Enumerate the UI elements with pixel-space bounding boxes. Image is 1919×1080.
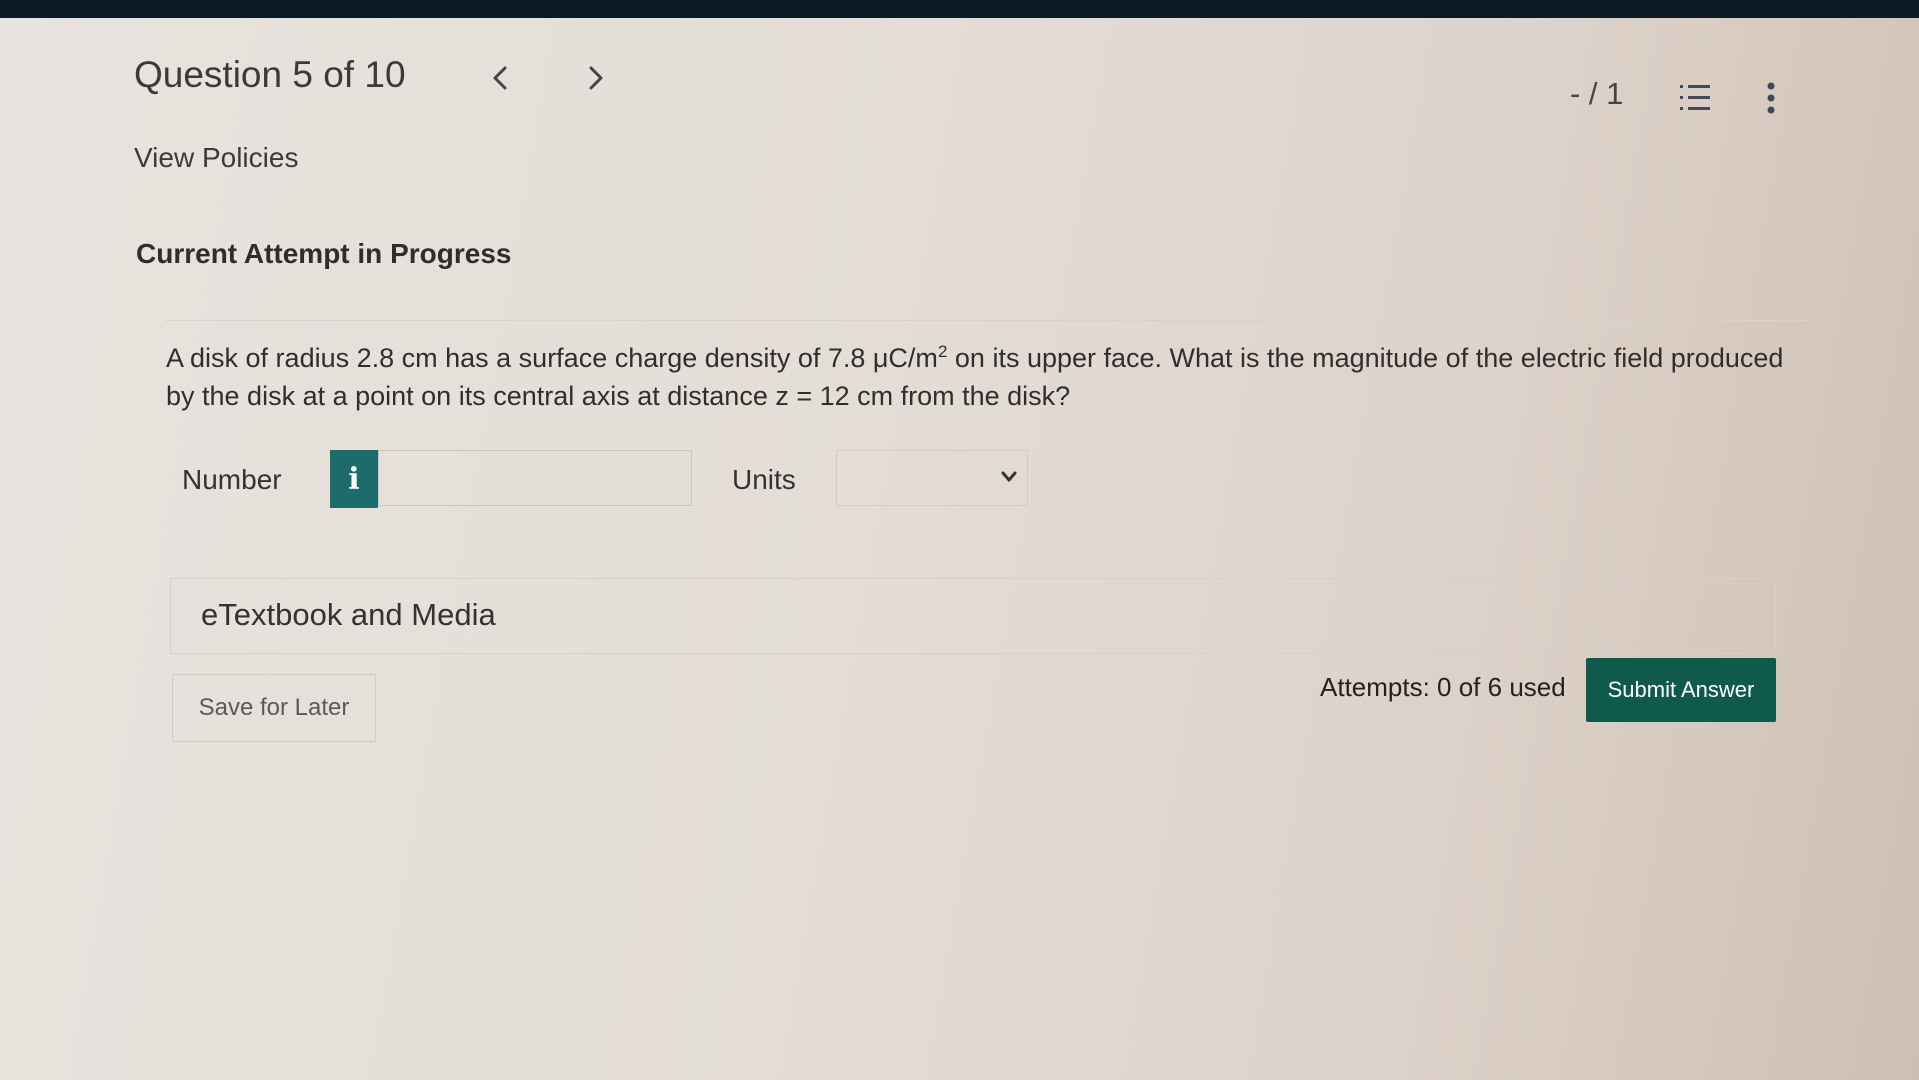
save-for-later-button[interactable]: Save for Later: [172, 674, 376, 742]
submit-answer-button[interactable]: Submit Answer: [1586, 658, 1776, 722]
units-select[interactable]: [836, 450, 1028, 506]
attempt-status-heading: Current Attempt in Progress: [136, 238, 512, 269]
question-counter-title: Question 5 of 10: [134, 54, 406, 95]
more-options-button[interactable]: [1756, 78, 1786, 118]
etextbook-media-label: eTextbook and Media: [201, 597, 496, 632]
number-input[interactable]: [378, 450, 692, 506]
view-policies-link[interactable]: View Policies: [134, 142, 298, 174]
number-label: Number: [182, 464, 282, 495]
chevron-right-icon: [589, 66, 603, 90]
question-list-button[interactable]: [1676, 78, 1716, 118]
vertical-dots-icon: [1767, 82, 1775, 114]
question-exponent: 2: [937, 342, 948, 361]
question-text: A disk of radius 2.8 cm has a surface ch…: [166, 320, 1806, 415]
question-text-part2: on its upper face. What is the magnitude…: [947, 343, 1784, 373]
next-question-button[interactable]: [576, 58, 616, 98]
attempts-counter: Attempts: 0 of 6 used: [1320, 672, 1566, 702]
question-text-part1: A disk of radius 2.8 cm has a surface ch…: [166, 343, 938, 373]
info-icon: i: [348, 461, 360, 497]
etextbook-media-panel[interactable]: eTextbook and Media: [170, 578, 1776, 654]
chevron-left-icon: [493, 66, 507, 90]
units-label: Units: [732, 464, 796, 495]
question-score: - / 1: [1570, 76, 1624, 111]
chevron-down-icon: [1001, 471, 1017, 482]
info-button[interactable]: i: [330, 450, 378, 508]
previous-question-button[interactable]: [480, 58, 520, 98]
question-text-line2: by the disk at a point on its central ax…: [166, 381, 1071, 411]
numbered-list-icon: [1680, 85, 1710, 110]
question-page: Question 5 of 10 - / 1 View Policies Cur…: [0, 18, 1919, 1080]
top-window-strip: [0, 0, 1919, 18]
